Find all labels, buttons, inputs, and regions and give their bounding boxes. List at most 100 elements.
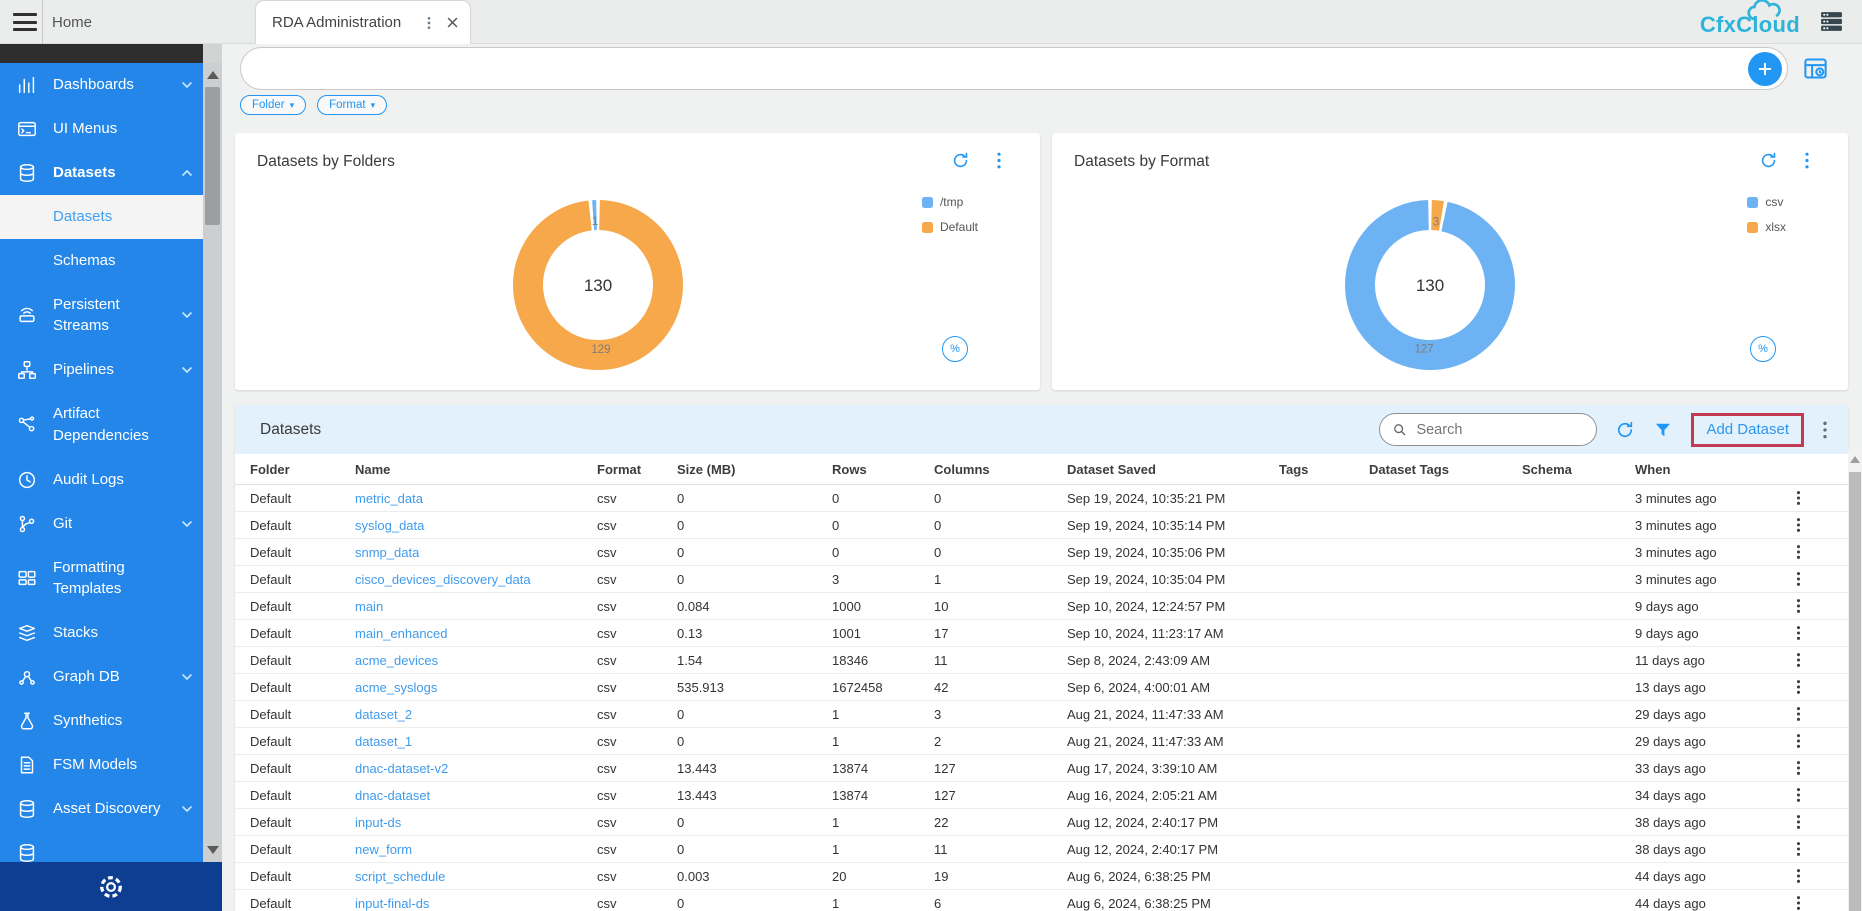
tab-home[interactable]: Home: [52, 0, 92, 44]
sidebar-item-persistent-streams[interactable]: Persistent Streams: [0, 283, 203, 349]
sidebar-item-git[interactable]: Git: [0, 502, 203, 546]
row-kebab-icon[interactable]: [1796, 598, 1801, 614]
chevron-down-icon[interactable]: [179, 307, 195, 323]
panel-kebab-icon[interactable]: [1822, 420, 1828, 440]
dataset-link[interactable]: main_enhanced: [355, 626, 448, 641]
column-header-dataset-saved[interactable]: Dataset Saved: [1067, 462, 1279, 477]
sidebar-item-fsm-models[interactable]: FSM Models: [0, 743, 203, 787]
sidebar-item-formatting-templates[interactable]: Formatting Templates: [0, 546, 203, 612]
row-kebab-icon[interactable]: [1796, 517, 1801, 533]
legend-item-default[interactable]: Default: [922, 220, 978, 234]
table-scrollbar[interactable]: [1848, 450, 1862, 911]
row-kebab-icon[interactable]: [1796, 868, 1801, 884]
menu-icon[interactable]: [13, 13, 37, 31]
row-kebab-icon[interactable]: [1796, 841, 1801, 857]
sidebar-item-audit-logs[interactable]: Audit Logs: [0, 458, 203, 502]
chevron-up-icon[interactable]: [179, 165, 195, 181]
sidebar-item-label: Audit Logs: [53, 469, 195, 491]
tab-close-icon[interactable]: [445, 15, 460, 30]
dataset-link[interactable]: cisco_devices_discovery_data: [355, 572, 531, 587]
row-kebab-icon[interactable]: [1796, 625, 1801, 641]
settings-gear-icon[interactable]: [96, 872, 126, 902]
legend-item-tmp[interactable]: /tmp: [922, 195, 978, 209]
dataset-link[interactable]: acme_syslogs: [355, 680, 437, 695]
tab-kebab-icon[interactable]: [421, 14, 437, 32]
column-header-schema[interactable]: Schema: [1522, 462, 1635, 477]
dataset-link[interactable]: main: [355, 599, 383, 614]
column-header-name[interactable]: Name: [355, 462, 597, 477]
row-kebab-icon[interactable]: [1796, 814, 1801, 830]
dataset-link[interactable]: new_form: [355, 842, 412, 857]
dataset-link[interactable]: input-final-ds: [355, 896, 429, 911]
sidebar-item-datasets[interactable]: Datasets: [0, 151, 203, 195]
sidebar-item-dashboards[interactable]: Dashboards: [0, 63, 203, 107]
row-kebab-icon[interactable]: [1796, 760, 1801, 776]
scroll-up-icon[interactable]: [1850, 456, 1860, 463]
chevron-down-icon[interactable]: [179, 77, 195, 93]
row-kebab-icon[interactable]: [1796, 787, 1801, 803]
column-header-folder[interactable]: Folder: [250, 462, 355, 477]
row-kebab-icon[interactable]: [1796, 652, 1801, 668]
percent-toggle[interactable]: %: [942, 336, 968, 362]
global-search-input[interactable]: [259, 52, 1719, 85]
dataset-link[interactable]: dnac-dataset-v2: [355, 761, 448, 776]
legend-item-xlsx[interactable]: xlsx: [1747, 220, 1786, 234]
dataset-link[interactable]: script_schedule: [355, 869, 445, 884]
filter-funnel-icon[interactable]: [1653, 420, 1673, 440]
sidebar-item-partial[interactable]: [0, 831, 203, 862]
column-header-format[interactable]: Format: [597, 462, 677, 477]
row-kebab-icon[interactable]: [1796, 733, 1801, 749]
column-header-columns[interactable]: Columns: [934, 462, 1067, 477]
dataset-link[interactable]: dataset_1: [355, 734, 412, 749]
scroll-down-icon[interactable]: [207, 846, 219, 854]
column-header-when[interactable]: When: [1635, 462, 1785, 477]
sidebar-scrollbar-thumb[interactable]: [205, 87, 220, 225]
dataset-link[interactable]: acme_devices: [355, 653, 438, 668]
column-header-dataset-tags[interactable]: Dataset Tags: [1369, 462, 1522, 477]
sidebar-settings-footer[interactable]: [0, 862, 222, 911]
sidebar-item-synthetics[interactable]: Synthetics: [0, 699, 203, 743]
sidebar-item-artifact-dependencies[interactable]: Artifact Dependencies: [0, 392, 203, 458]
table-clock-icon[interactable]: [1802, 55, 1829, 82]
sidebar-item-ui-menus[interactable]: UI Menus: [0, 107, 203, 151]
chevron-down-icon[interactable]: [179, 801, 195, 817]
row-kebab-icon[interactable]: [1796, 544, 1801, 560]
percent-toggle[interactable]: %: [1750, 336, 1776, 362]
dataset-link[interactable]: metric_data: [355, 491, 423, 506]
chevron-down-icon[interactable]: [179, 362, 195, 378]
sidebar-item-schemas[interactable]: Schemas: [0, 239, 203, 283]
row-kebab-icon[interactable]: [1796, 895, 1801, 911]
sidebar-item-asset-discovery[interactable]: Asset Discovery: [0, 787, 203, 831]
sidebar-item-pipelines[interactable]: Pipelines: [0, 348, 203, 392]
sidebar-scrollbar[interactable]: [203, 63, 222, 862]
chevron-down-icon[interactable]: [179, 516, 195, 532]
column-header-tags[interactable]: Tags: [1279, 462, 1369, 477]
add-dataset-button[interactable]: Add Dataset: [1706, 421, 1789, 438]
column-header-size-mb[interactable]: Size (MB): [677, 462, 832, 477]
dataset-link[interactable]: dataset_2: [355, 707, 412, 722]
table-scrollbar-thumb[interactable]: [1849, 472, 1861, 911]
scroll-up-icon[interactable]: [207, 71, 219, 79]
tab-rda-administration[interactable]: RDA Administration: [255, 0, 471, 44]
dataset-link[interactable]: dnac-dataset: [355, 788, 430, 803]
filter-chip-folder[interactable]: Folder▾: [240, 95, 306, 115]
sidebar-item-datasets[interactable]: Datasets: [0, 195, 203, 239]
server-stack-icon[interactable]: [1819, 9, 1844, 34]
row-kebab-icon[interactable]: [1796, 679, 1801, 695]
dataset-link[interactable]: syslog_data: [355, 518, 424, 533]
refresh-icon[interactable]: [1615, 420, 1635, 440]
chevron-down-icon[interactable]: [179, 669, 195, 685]
row-kebab-icon[interactable]: [1796, 490, 1801, 506]
cell-name: input-final-ds: [355, 896, 597, 911]
sidebar-item-graph-db[interactable]: Graph DB: [0, 655, 203, 699]
datasets-search-input[interactable]: [1416, 422, 1576, 438]
row-kebab-icon[interactable]: [1796, 706, 1801, 722]
dataset-link[interactable]: snmp_data: [355, 545, 419, 560]
dataset-link[interactable]: input-ds: [355, 815, 401, 830]
add-plus-button[interactable]: [1748, 52, 1782, 86]
sidebar-item-stacks[interactable]: Stacks: [0, 611, 203, 655]
column-header-rows[interactable]: Rows: [832, 462, 934, 477]
row-kebab-icon[interactable]: [1796, 571, 1801, 587]
legend-item-csv[interactable]: csv: [1747, 195, 1786, 209]
filter-chip-format[interactable]: Format▾: [317, 95, 387, 115]
